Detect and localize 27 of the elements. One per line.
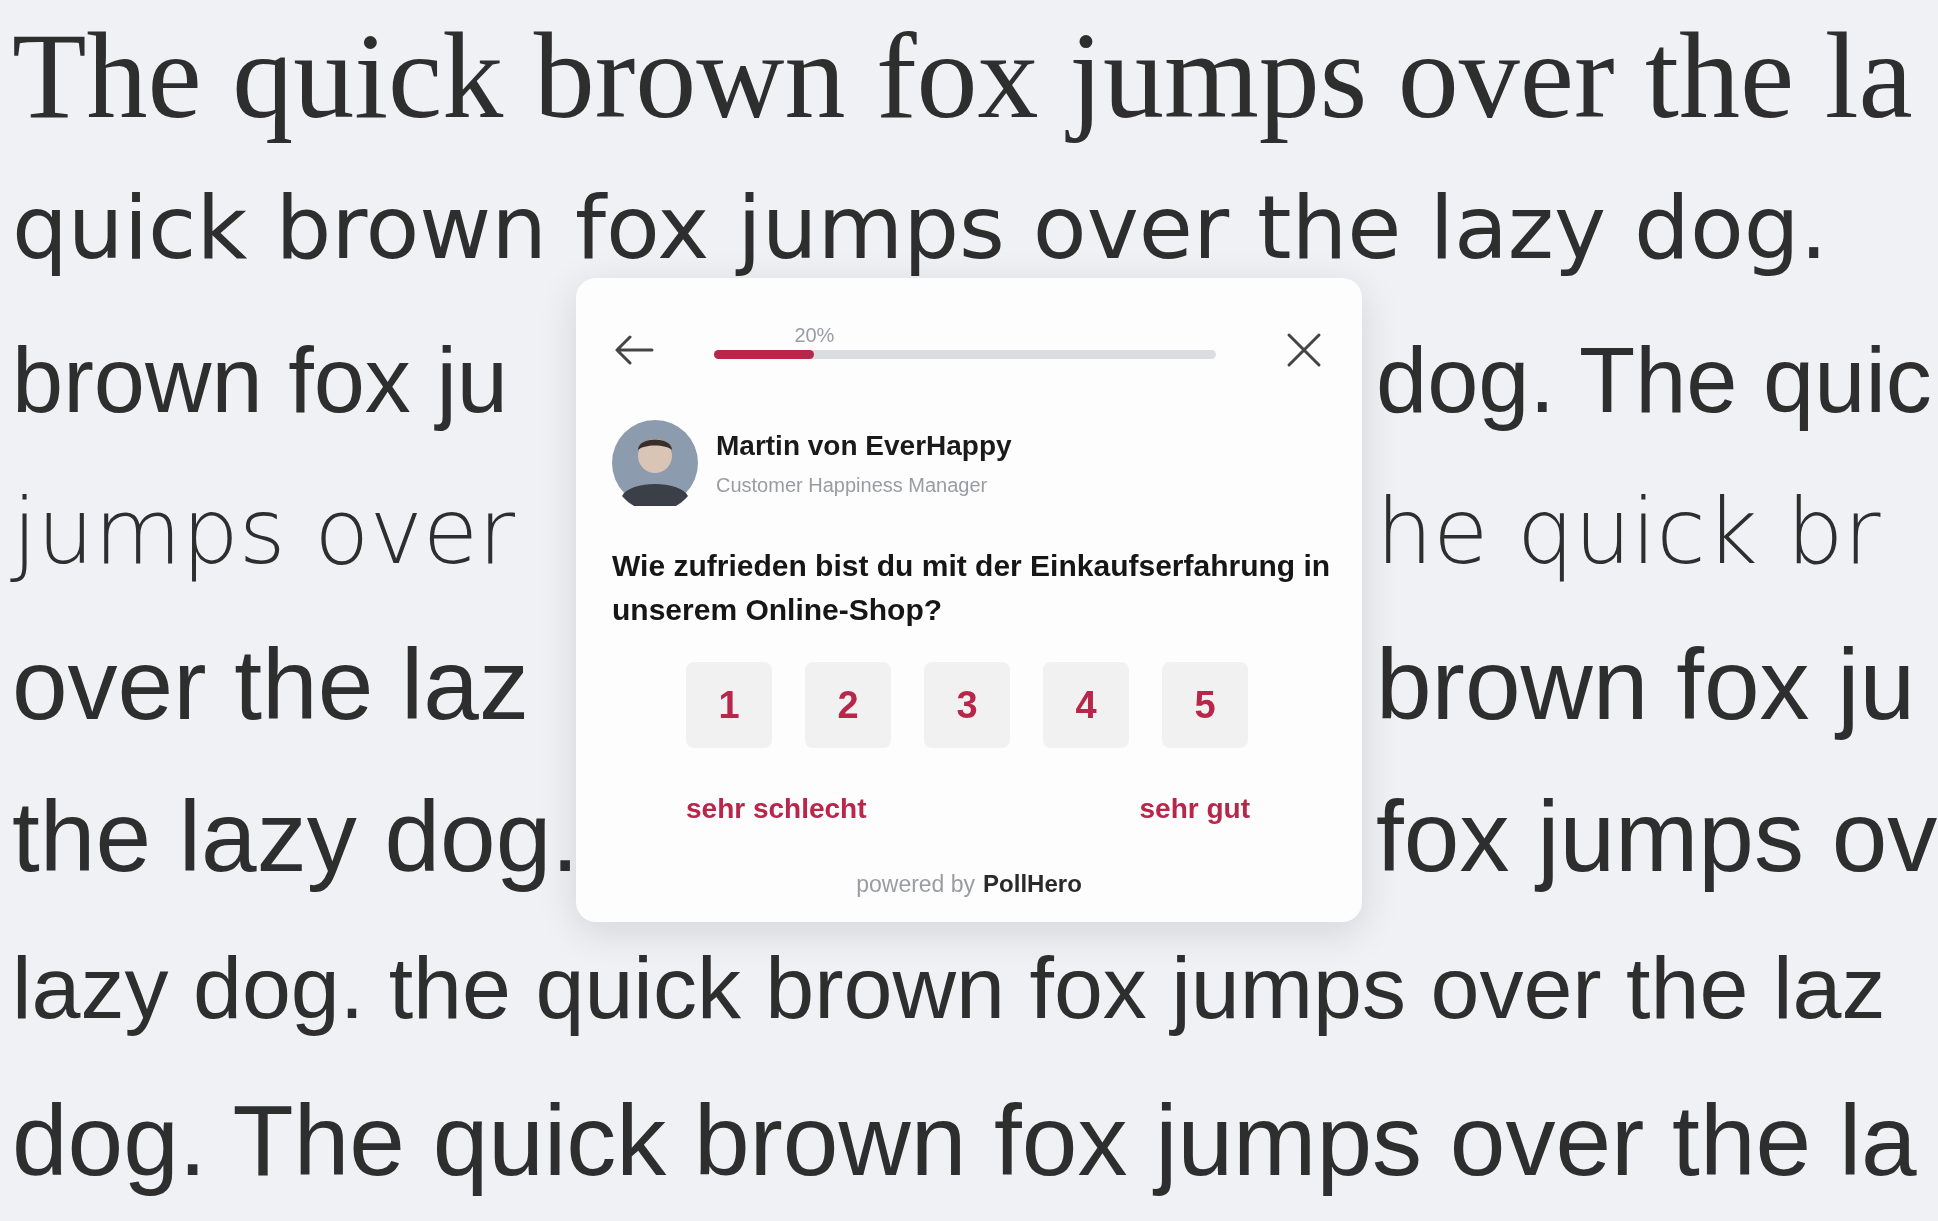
scale-low-label: sehr schlecht [686,792,867,826]
rating-option[interactable]: 3 [924,662,1010,748]
sender-name: Martin von EverHappy [716,429,1012,463]
sample-text: quick brown fox jumps over the lazy dog. [12,175,1828,281]
sample-text: dog. The quic [1376,328,1932,431]
sample-text: jumps over [12,478,516,584]
back-arrow-icon [614,335,654,365]
sample-text: The quick brown fox jumps over the la [12,6,1913,145]
sample-text: brown fox ju [12,328,509,431]
rating-option[interactable]: 4 [1043,662,1129,748]
scale-high-label: sehr gut [1139,792,1250,826]
powered-by-text: powered by [856,870,976,899]
sample-text: dog. The quick brown fox jumps over the la [12,1082,1917,1198]
question-text: Wie zufrieden bist du mit der Einkaufserfahrung in unserem Online-Shop? [612,548,1332,628]
progress-label: 20% [794,323,835,348]
close-icon [1286,332,1322,368]
rating-option[interactable]: 5 [1162,662,1248,748]
sample-text: he quick br [1376,478,1881,584]
sample-text: fox jumps ov [1376,779,1938,892]
brand-logo[interactable]: PollHero [983,866,1082,902]
rating-option[interactable]: 2 [805,662,891,748]
sample-text: the lazy dog. [12,779,580,892]
sender-role: Customer Happiness Manager [716,473,989,498]
sample-text: over the laz [12,627,529,740]
sample-text: brown fox ju [1376,627,1916,740]
rating-option[interactable]: 1 [686,662,772,748]
sample-text: lazy dog. the quick brown fox jumps over the laz [12,937,1886,1039]
